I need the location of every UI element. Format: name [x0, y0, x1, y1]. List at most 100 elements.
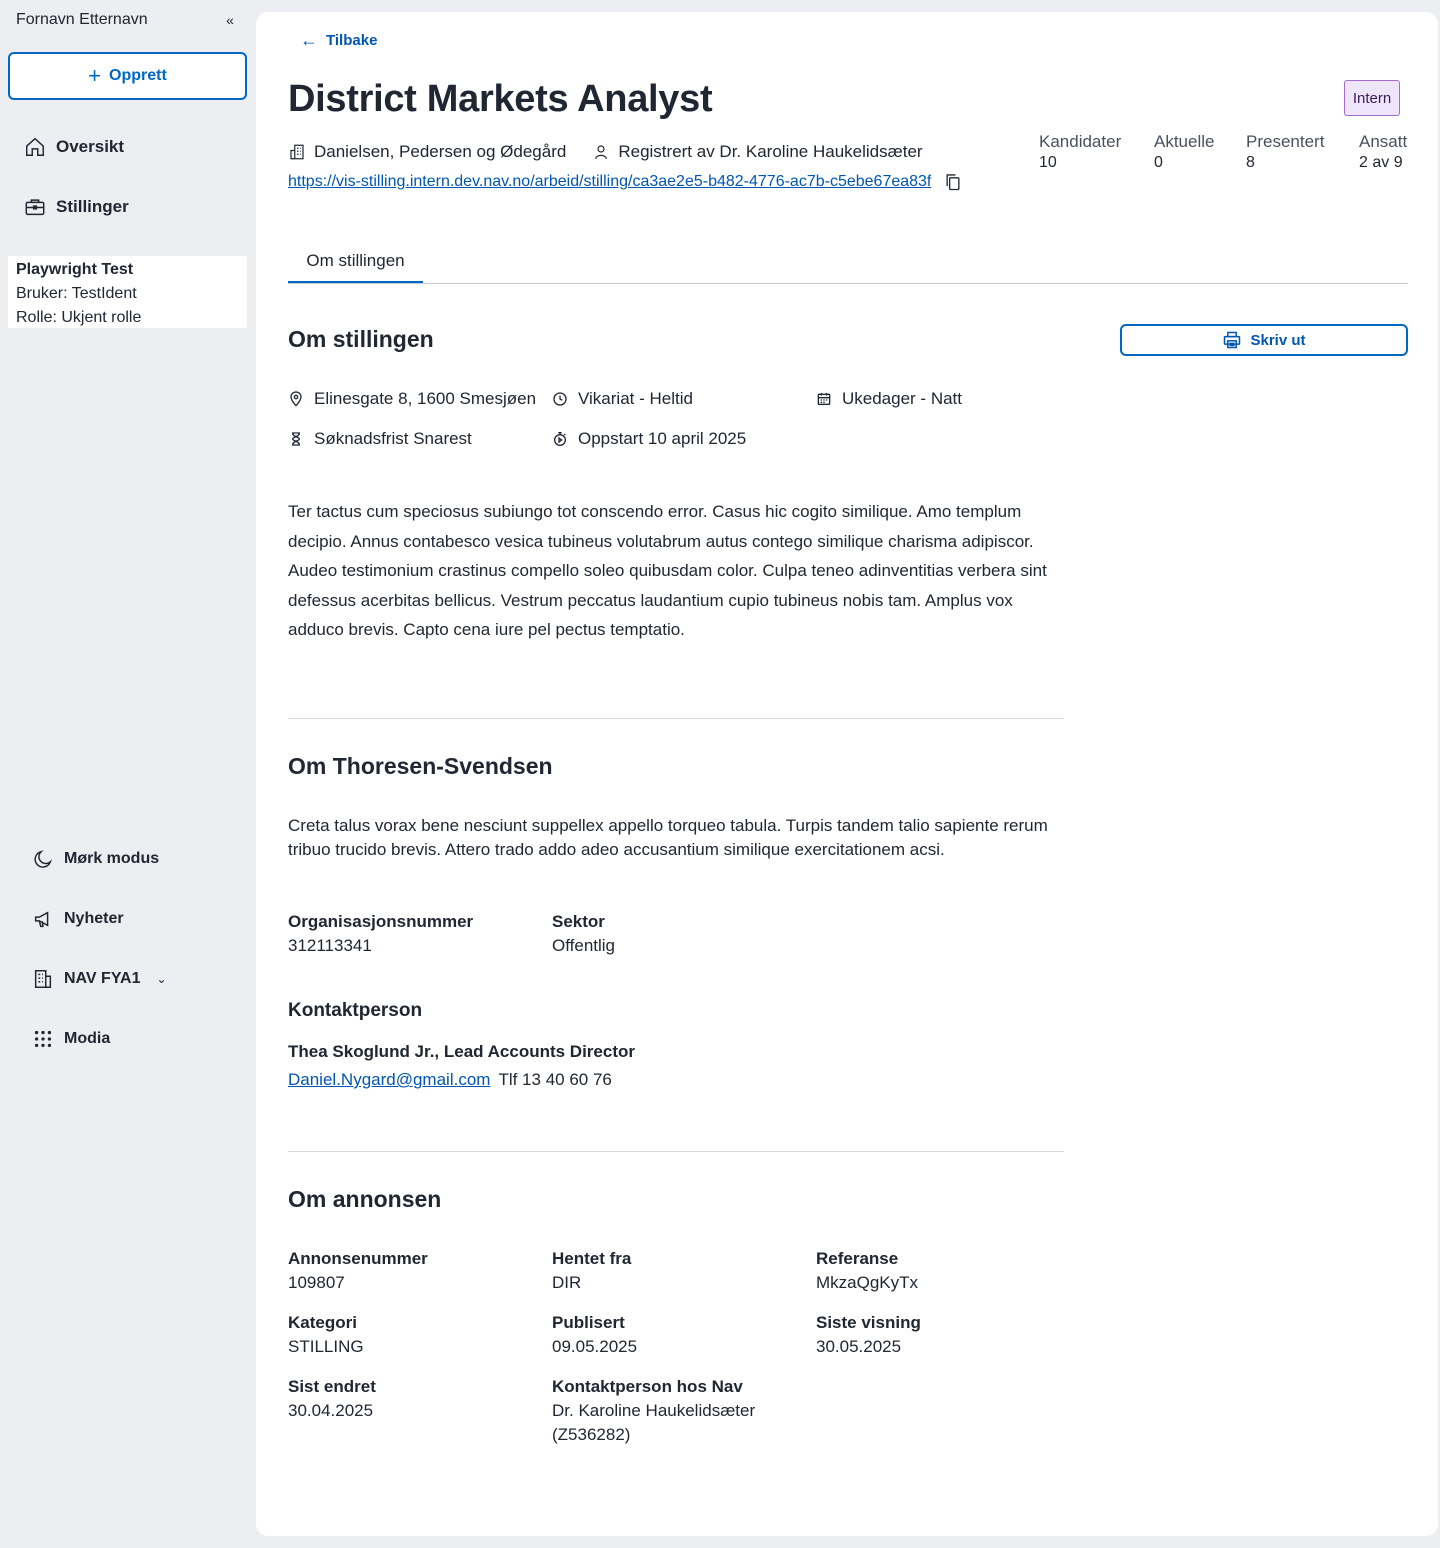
building-icon: [34, 970, 52, 988]
field-published: Publisert 09.05.2025: [552, 1311, 637, 1359]
field-value: MkzaQgKyTx: [816, 1273, 919, 1292]
user-info-role: Rolle: Ukjent rolle: [16, 309, 142, 326]
employer-description: Creta talus vorax bene nesciunt suppelle…: [288, 816, 1048, 859]
stat-label: Kandidater: [1039, 132, 1122, 151]
contact-email-link[interactable]: Daniel.Nygard@gmail.com: [288, 1070, 490, 1090]
printer-icon: [1224, 331, 1241, 349]
contact-title: Kontaktperson: [288, 1000, 423, 1021]
stat-value: 10: [1039, 154, 1057, 171]
back-link[interactable]: ← Tilbake: [300, 28, 377, 52]
field-value: 09.05.2025: [552, 1337, 638, 1356]
registered-by: Registrert av Dr. Karoline Haukelidsæter: [618, 142, 923, 161]
field-value: STILLING: [288, 1337, 364, 1356]
info-employment: Vikariat - Heltid: [552, 387, 693, 411]
print-label: Skriv ut: [1250, 331, 1306, 349]
field-label: Hentet fra: [552, 1249, 632, 1268]
modia-label: Modia: [64, 1030, 111, 1047]
user-name: Fornavn Etternavn: [16, 11, 148, 28]
user-info-name: Playwright Test: [16, 261, 134, 278]
collapse-sidebar-icon[interactable]: «: [220, 12, 240, 28]
field-category: Kategori STILLING: [288, 1311, 364, 1359]
person-icon: [595, 145, 608, 159]
news-button[interactable]: Nyheter: [32, 903, 124, 935]
contact-row: Daniel.Nygard@gmail.com Tlf 13 40 60 76: [288, 1070, 612, 1090]
plus-icon: +: [88, 63, 102, 88]
field-value: DIR: [552, 1273, 582, 1292]
stat-label: Ansatt: [1359, 132, 1408, 151]
briefcase-icon: [25, 199, 45, 216]
section-title-position: Om stillingen: [288, 326, 434, 352]
dark-mode-label: Mørk modus: [64, 850, 160, 867]
position-description: Ter tactus cum speciosus subiungo tot co…: [288, 502, 1047, 639]
building-icon: [290, 144, 304, 160]
user-row: Fornavn Etternavn «: [16, 8, 240, 32]
stat-label: Presentert: [1246, 132, 1325, 151]
chevron-down-icon: ⌄: [156, 972, 167, 986]
user-info-ident: Bruker: TestIdent: [16, 285, 137, 302]
stat-kandidater: Kandidater 10: [1039, 132, 1154, 172]
start-text: Oppstart 10 april 2025: [578, 429, 747, 448]
info-location: Elinesgate 8, 1600 Smesjøen: [288, 387, 536, 411]
field-sector: Sektor Offentlig: [552, 910, 615, 958]
field-source: Hentet fra DIR: [552, 1247, 631, 1295]
schedule-text: Ukedager - Natt: [842, 389, 962, 408]
copy-icon[interactable]: [943, 172, 963, 192]
clock-icon: [553, 392, 567, 406]
create-button-label: Opprett: [109, 67, 167, 84]
employment-text: Vikariat - Heltid: [578, 389, 693, 408]
print-button[interactable]: Skriv ut: [1120, 324, 1408, 356]
field-label: Kategori: [288, 1313, 357, 1332]
location-pin-icon: [290, 391, 302, 407]
megaphone-icon: [34, 911, 49, 928]
back-label: Tilbake: [326, 31, 378, 49]
tab-om-stillingen[interactable]: Om stillingen: [288, 240, 423, 284]
url-row: https://vis-stilling.intern.dev.nav.no/a…: [288, 172, 963, 192]
field-label: Kontaktperson hos Nav: [552, 1377, 743, 1396]
info-schedule: Ukedager - Natt: [816, 387, 962, 411]
meta-row: Danielsen, Pedersen og Ødegård Registrer…: [288, 140, 923, 164]
modia-link[interactable]: Modia: [32, 1023, 110, 1055]
section-divider: [288, 1151, 1064, 1152]
field-value: 30.05.2025: [816, 1337, 902, 1356]
field-value: 109807: [288, 1273, 345, 1292]
section-divider: [288, 718, 1064, 719]
tabs-divider: [288, 283, 1408, 284]
create-button[interactable]: + Opprett: [8, 52, 247, 100]
field-last-shown: Siste visning 30.05.2025: [816, 1311, 921, 1359]
field-label: Publisert: [552, 1313, 625, 1332]
stat-label: Aktuelle: [1154, 132, 1215, 151]
field-value-ident: (Z536282): [552, 1425, 631, 1444]
employer-name: Danielsen, Pedersen og Ødegård: [314, 142, 567, 161]
field-reference: Referanse MkzaQgKyTx: [816, 1247, 918, 1295]
field-label: Sektor: [552, 912, 605, 931]
field-label: Annonsenummer: [288, 1249, 428, 1268]
home-icon: [26, 137, 44, 156]
arrow-left-icon: ←: [300, 29, 318, 50]
field-ad-number: Annonsenummer 109807: [288, 1247, 428, 1295]
field-value: Offentlig: [552, 936, 616, 955]
sidebar-item-oversikt[interactable]: Oversikt: [24, 131, 124, 163]
candidate-stats: Kandidater 10 Aktuelle 0 Presentert 8 An…: [1039, 132, 1419, 172]
hourglass-icon: [291, 432, 301, 446]
field-label: Siste visning: [816, 1313, 921, 1332]
sidebar-item-stillinger[interactable]: Stillinger: [24, 191, 129, 223]
field-value: 30.04.2025: [288, 1401, 374, 1420]
position-url-link[interactable]: https://vis-stilling.intern.dev.nav.no/a…: [288, 173, 931, 191]
main-content: ← Tilbake District Markets Analyst Inter…: [256, 12, 1438, 1536]
contact-phone: Tlf 13 40 60 76: [498, 1070, 612, 1089]
sidebar-item-label: Oversikt: [56, 137, 125, 156]
stat-value: 8: [1246, 154, 1255, 171]
dark-mode-toggle[interactable]: Mørk modus: [32, 843, 159, 875]
grid-icon: [34, 1030, 52, 1048]
stopwatch-icon: [554, 432, 566, 446]
stat-ansatt: Ansatt 2 av 9: [1359, 132, 1419, 172]
office-selector[interactable]: NAV FYA1 ⌄: [32, 963, 167, 995]
info-start: Oppstart 10 april 2025: [552, 427, 746, 451]
section-title-ad: Om annonsen: [288, 1186, 442, 1212]
page-title: District Markets Analyst: [288, 78, 713, 120]
field-label: Sist endret: [288, 1377, 376, 1396]
office-label: NAV FYA1: [64, 970, 141, 987]
calendar-icon: [817, 393, 831, 405]
sidebar: Fornavn Etternavn « + Opprett Oversikt S…: [0, 0, 256, 1548]
field-nav-contact: Kontaktperson hos Nav Dr. Karoline Hauke…: [552, 1375, 755, 1447]
